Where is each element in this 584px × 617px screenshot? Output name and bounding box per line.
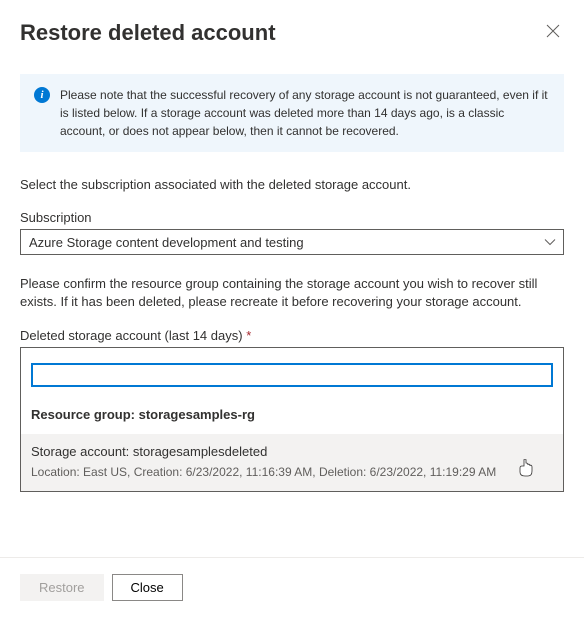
dropdown-option-meta: Location: East US, Creation: 6/23/2022, … bbox=[31, 465, 553, 479]
dropdown-option-title: Storage account: storagesamplesdeleted bbox=[31, 444, 553, 459]
dropdown-panel: Resource group: storagesamples-rg Storag… bbox=[20, 353, 564, 492]
dialog-title: Restore deleted account bbox=[20, 20, 276, 46]
info-text: Please note that the successful recovery… bbox=[60, 86, 550, 140]
subscription-instruction: Select the subscription associated with … bbox=[20, 176, 564, 194]
dropdown-group-header: Resource group: storagesamples-rg bbox=[21, 397, 563, 434]
close-button[interactable]: Close bbox=[112, 574, 183, 601]
subscription-value: Azure Storage content development and te… bbox=[29, 235, 304, 250]
close-icon[interactable] bbox=[542, 20, 564, 46]
dropdown-search-wrap bbox=[21, 353, 563, 397]
restore-dialog: Restore deleted account i Please note th… bbox=[0, 0, 584, 617]
dialog-footer: Restore Close bbox=[0, 557, 584, 617]
dialog-header: Restore deleted account bbox=[20, 20, 564, 46]
dropdown-search-input[interactable] bbox=[31, 363, 553, 387]
subscription-label: Subscription bbox=[20, 210, 564, 225]
restore-button[interactable]: Restore bbox=[20, 574, 104, 601]
required-asterisk: * bbox=[246, 328, 251, 343]
resource-group-note: Please confirm the resource group contai… bbox=[20, 275, 564, 311]
dropdown-option[interactable]: Storage account: storagesamplesdeleted L… bbox=[21, 434, 563, 491]
info-icon: i bbox=[34, 87, 50, 103]
deleted-account-label: Deleted storage account (last 14 days) * bbox=[20, 328, 564, 343]
subscription-select[interactable]: Azure Storage content development and te… bbox=[20, 229, 564, 255]
info-notice: i Please note that the successful recove… bbox=[20, 74, 564, 152]
